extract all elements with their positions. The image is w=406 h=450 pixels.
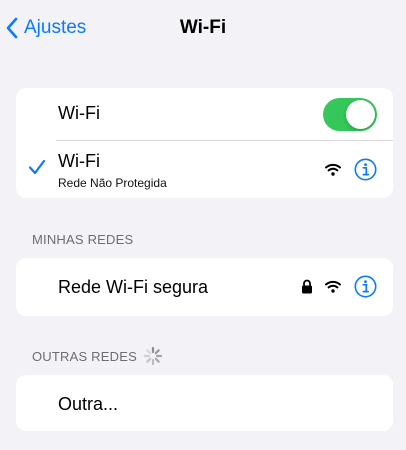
- info-icon[interactable]: [354, 275, 377, 303]
- info-icon[interactable]: [354, 158, 377, 186]
- toggle-knob: [346, 100, 375, 129]
- current-network-row[interactable]: Wi-Fi Rede Não Protegida: [16, 140, 393, 198]
- my-networks-group: Rede Wi-Fi segura: [16, 258, 393, 316]
- wifi-toggle-switch[interactable]: [323, 98, 377, 131]
- checkmark-icon: [28, 159, 46, 180]
- other-network-label: Outra...: [58, 394, 119, 414]
- page-title: Wi-Fi: [179, 17, 227, 38]
- other-networks-group: Outra...: [16, 375, 393, 431]
- wifi-toggle-label: Wi-Fi: [58, 103, 100, 123]
- current-network-security: Rede Não Protegida: [58, 176, 167, 190]
- navigation-bar: Ajustes Wi-Fi: [0, 0, 406, 56]
- wifi-group: Wi-Fi Wi-Fi Rede Não Protegida: [16, 88, 393, 198]
- wifi-signal-icon: [325, 163, 341, 181]
- wifi-toggle-row: Wi-Fi: [16, 88, 393, 140]
- network-name: Rede Wi-Fi segura: [58, 277, 209, 297]
- my-networks-header: MINHAS REDES: [32, 232, 134, 247]
- lock-icon: [301, 279, 313, 299]
- loading-spinner-icon: [143, 346, 163, 371]
- current-network-name: Wi-Fi: [58, 151, 100, 171]
- network-row[interactable]: Rede Wi-Fi segura: [16, 258, 393, 316]
- other-networks-header: OUTRAS REDES: [32, 349, 137, 364]
- other-network-row[interactable]: Outra...: [16, 375, 393, 431]
- wifi-signal-icon: [325, 280, 341, 298]
